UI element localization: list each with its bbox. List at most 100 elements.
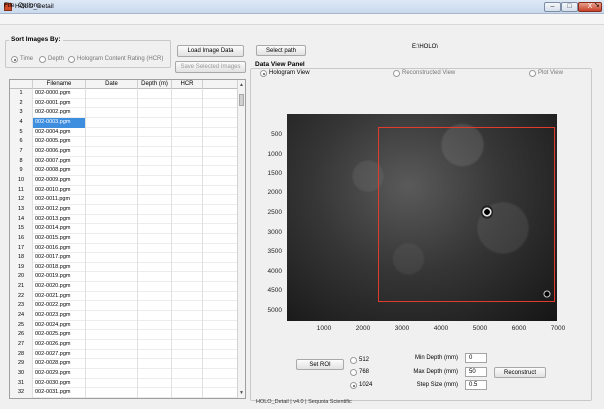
- hcr-cell[interactable]: [172, 320, 203, 331]
- depth-cell[interactable]: [138, 195, 172, 205]
- table-scrollbar[interactable]: ▲ ▼: [237, 80, 245, 398]
- table-row[interactable]: 17 002-0016.pgm: [10, 243, 239, 254]
- filename-cell[interactable]: 002-0001.pgm: [33, 98, 86, 109]
- depth-cell[interactable]: [138, 301, 172, 312]
- date-cell[interactable]: [86, 253, 138, 263]
- date-cell[interactable]: [86, 89, 138, 99]
- hcr-cell[interactable]: [172, 359, 203, 370]
- hcr-cell[interactable]: [172, 117, 203, 128]
- date-cell[interactable]: [86, 224, 138, 234]
- filename-cell[interactable]: 002-0016.pgm: [33, 243, 86, 254]
- hcr-cell[interactable]: [172, 233, 203, 244]
- date-cell[interactable]: [86, 98, 138, 109]
- hcr-cell[interactable]: [172, 282, 203, 292]
- hcr-cell[interactable]: [172, 262, 203, 273]
- date-cell[interactable]: [86, 127, 138, 138]
- filename-cell[interactable]: 002-0004.pgm: [33, 127, 86, 138]
- depth-cell[interactable]: [138, 272, 172, 283]
- depth-cell[interactable]: [138, 117, 172, 128]
- filename-cell[interactable]: 002-0008.pgm: [33, 166, 86, 176]
- filename-cell[interactable]: 002-0009.pgm: [33, 175, 86, 186]
- filename-cell[interactable]: 002-0003.pgm: [33, 117, 86, 128]
- date-cell[interactable]: [86, 330, 138, 341]
- sort-time-radio[interactable]: [11, 56, 18, 63]
- filename-cell[interactable]: 002-0030.pgm: [33, 378, 86, 389]
- filename-cell[interactable]: 002-0014.pgm: [33, 224, 86, 234]
- menu-options[interactable]: Options: [18, 2, 40, 9]
- date-cell[interactable]: [86, 156, 138, 167]
- maximize-button[interactable]: □: [561, 2, 578, 12]
- toolbar-arrow-icon[interactable]: ➘: [594, 1, 600, 9]
- date-cell[interactable]: [86, 137, 138, 147]
- depth-cell[interactable]: [138, 89, 172, 99]
- header-hcr[interactable]: HCR: [172, 80, 203, 89]
- date-cell[interactable]: [86, 291, 138, 302]
- min-depth-input[interactable]: 0: [465, 353, 487, 363]
- filename-cell[interactable]: 002-0015.pgm: [33, 233, 86, 244]
- filename-cell[interactable]: 002-0028.pgm: [33, 359, 86, 370]
- hcr-cell[interactable]: [172, 224, 203, 234]
- depth-cell[interactable]: [138, 214, 172, 225]
- table-row[interactable]: 11 002-0010.pgm: [10, 185, 239, 196]
- hcr-cell[interactable]: [172, 301, 203, 312]
- sort-depth-radio[interactable]: [39, 56, 46, 63]
- table-row[interactable]: 25 002-0024.pgm: [10, 320, 239, 331]
- filename-cell[interactable]: 002-0013.pgm: [33, 214, 86, 225]
- roi-512-radio[interactable]: [350, 357, 357, 364]
- depth-cell[interactable]: [138, 340, 172, 350]
- table-row[interactable]: 12 002-0011.pgm: [10, 195, 239, 205]
- hcr-cell[interactable]: [172, 330, 203, 341]
- roi-rectangle[interactable]: [378, 127, 555, 302]
- date-cell[interactable]: [86, 349, 138, 360]
- depth-cell[interactable]: [138, 127, 172, 138]
- depth-cell[interactable]: [138, 108, 172, 118]
- table-row[interactable]: 9 002-0008.pgm: [10, 166, 239, 176]
- plot-view-radio[interactable]: [529, 70, 536, 77]
- date-cell[interactable]: [86, 320, 138, 331]
- reconstruct-button[interactable]: Reconstruct: [494, 367, 546, 378]
- table-row[interactable]: 19 002-0018.pgm: [10, 262, 239, 273]
- depth-cell[interactable]: [138, 243, 172, 254]
- filename-cell[interactable]: 002-0002.pgm: [33, 108, 86, 118]
- date-cell[interactable]: [86, 311, 138, 321]
- filename-cell[interactable]: 002-0020.pgm: [33, 282, 86, 292]
- table-row[interactable]: 23 002-0022.pgm: [10, 301, 239, 312]
- depth-cell[interactable]: [138, 156, 172, 167]
- depth-cell[interactable]: [138, 282, 172, 292]
- table-row[interactable]: 18 002-0017.pgm: [10, 253, 239, 263]
- hcr-cell[interactable]: [172, 98, 203, 109]
- hcr-cell[interactable]: [172, 214, 203, 225]
- scroll-down-icon[interactable]: ▼: [238, 390, 245, 396]
- date-cell[interactable]: [86, 262, 138, 273]
- select-path-button[interactable]: Select path: [256, 45, 306, 56]
- hcr-cell[interactable]: [172, 340, 203, 350]
- date-cell[interactable]: [86, 185, 138, 196]
- hcr-cell[interactable]: [172, 137, 203, 147]
- hcr-cell[interactable]: [172, 243, 203, 254]
- hcr-cell[interactable]: [172, 291, 203, 302]
- sort-hcr-radio[interactable]: [68, 56, 75, 63]
- table-row[interactable]: 6 002-0005.pgm: [10, 137, 239, 147]
- table-row[interactable]: 28 002-0027.pgm: [10, 349, 239, 360]
- table-row[interactable]: 30 002-0029.pgm: [10, 369, 239, 379]
- filename-cell[interactable]: 002-0005.pgm: [33, 137, 86, 147]
- hcr-cell[interactable]: [172, 146, 203, 157]
- load-image-data-button[interactable]: Load Image Data: [177, 45, 244, 57]
- table-row[interactable]: 1 002-0000.pgm: [10, 89, 239, 99]
- depth-cell[interactable]: [138, 233, 172, 244]
- depth-cell[interactable]: [138, 98, 172, 109]
- filename-cell[interactable]: 002-0017.pgm: [33, 253, 86, 263]
- table-row[interactable]: 7 002-0006.pgm: [10, 146, 239, 157]
- scroll-thumb[interactable]: [239, 94, 244, 106]
- depth-cell[interactable]: [138, 369, 172, 379]
- filename-cell[interactable]: 002-0011.pgm: [33, 195, 86, 205]
- menu-file[interactable]: File: [4, 2, 14, 9]
- depth-cell[interactable]: [138, 166, 172, 176]
- date-cell[interactable]: [86, 340, 138, 350]
- hcr-cell[interactable]: [172, 166, 203, 176]
- depth-cell[interactable]: [138, 320, 172, 331]
- filename-cell[interactable]: 002-0012.pgm: [33, 204, 86, 215]
- set-roi-button[interactable]: Set ROI: [296, 359, 344, 370]
- hcr-cell[interactable]: [172, 89, 203, 99]
- table-row[interactable]: 26 002-0025.pgm: [10, 330, 239, 341]
